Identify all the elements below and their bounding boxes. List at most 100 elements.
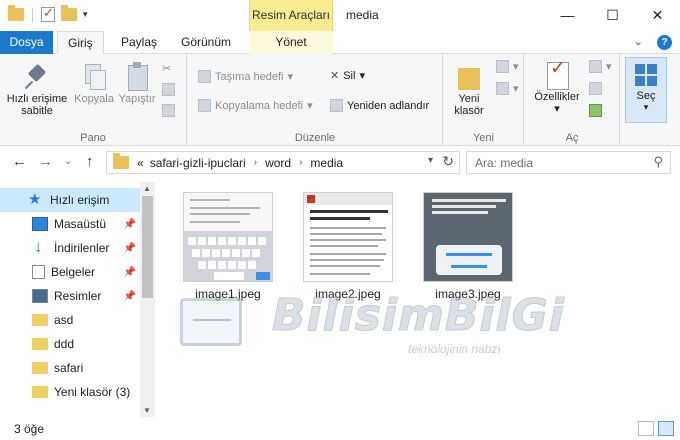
- file-item[interactable]: image3.jpeg: [413, 192, 523, 301]
- breadcrumb-overflow[interactable]: «: [137, 156, 144, 170]
- folder-icon[interactable]: [8, 5, 24, 21]
- refresh-icon[interactable]: ↻: [442, 153, 454, 170]
- folder-icon: [32, 386, 48, 398]
- expand-ribbon-icon[interactable]: ⌄: [634, 35, 643, 50]
- rename-label: Yeniden adlandır: [347, 99, 430, 112]
- large-icons-view-button[interactable]: [658, 421, 674, 436]
- documents-icon: [32, 265, 45, 279]
- paste-label: Yapıştır: [118, 93, 156, 105]
- open-button[interactable]: ▾: [589, 60, 612, 73]
- address-bar[interactable]: « safari-gizli-ipuclari › word › media ▾…: [106, 151, 460, 174]
- breadcrumb-item[interactable]: word: [265, 156, 291, 170]
- up-arrow-icon[interactable]: ↑: [86, 153, 94, 170]
- edit-button[interactable]: [589, 82, 602, 95]
- rename-button[interactable]: Yeniden adlandır: [330, 99, 429, 112]
- quick-access-toolbar: ▾: [8, 5, 88, 22]
- breadcrumb-separator-icon[interactable]: ›: [299, 157, 302, 168]
- file-name: image2.jpeg: [315, 287, 381, 301]
- paste-button[interactable]: Yapıştır: [117, 62, 157, 105]
- nav-item-folder[interactable]: asd: [0, 308, 140, 332]
- tab-share[interactable]: Paylaş: [111, 31, 167, 54]
- tab-home[interactable]: Giriş: [57, 31, 104, 55]
- tab-file[interactable]: Dosya: [0, 31, 53, 54]
- copy-icon: [83, 64, 106, 90]
- easy-access-button[interactable]: ▾: [496, 82, 519, 95]
- nav-item-documents[interactable]: Belgeler 📌: [0, 260, 140, 284]
- easy-access-icon: [496, 82, 509, 95]
- search-input[interactable]: Ara: media ⚲: [466, 151, 671, 174]
- new-item-icon: [496, 60, 509, 73]
- breadcrumb-item[interactable]: safari-gizli-ipuclari: [150, 156, 246, 170]
- search-icon: ⚲: [653, 154, 663, 169]
- new-item-button[interactable]: ▾: [496, 60, 519, 73]
- group-open-label: Aç: [565, 132, 579, 144]
- copy-to-icon: [198, 99, 211, 112]
- window-title: media: [346, 8, 379, 22]
- close-button[interactable]: ✕: [635, 0, 680, 30]
- nav-item-folder[interactable]: ddd: [0, 332, 140, 356]
- copy-path-icon: [162, 83, 175, 96]
- select-button[interactable]: Seç ▾: [625, 57, 667, 123]
- scroll-down-icon[interactable]: ▼: [143, 406, 151, 415]
- pin-icon[interactable]: 📌: [124, 267, 136, 278]
- ribbon: Hızlı erişime sabitle Kopyala Yapıştır ✂…: [0, 54, 680, 146]
- tab-manage[interactable]: Yönet: [249, 31, 333, 54]
- forward-arrow-icon[interactable]: →: [38, 153, 53, 170]
- nav-item-pictures[interactable]: Resimler 📌: [0, 284, 140, 308]
- nav-item-label: Yeni klasör (3): [54, 385, 131, 399]
- back-arrow-icon[interactable]: ←: [12, 153, 27, 170]
- nav-item-desktop[interactable]: Masaüstü 📌: [0, 212, 140, 236]
- nav-item-label: Resimler: [54, 289, 102, 303]
- file-item[interactable]: image2.jpeg: [293, 192, 403, 301]
- folder-icon: [32, 314, 48, 326]
- details-view-button[interactable]: [638, 421, 654, 436]
- desktop-icon: [32, 217, 48, 231]
- help-icon[interactable]: ?: [657, 35, 672, 50]
- star-icon: [28, 190, 44, 208]
- rename-icon: [330, 99, 343, 112]
- file-item[interactable]: image1.jpeg: [173, 192, 283, 301]
- minimize-button[interactable]: —: [545, 0, 590, 30]
- copy-path-button[interactable]: [162, 83, 175, 96]
- new-folder-button[interactable]: Yeni klasör: [448, 64, 490, 117]
- scrollbar-thumb[interactable]: [142, 196, 153, 298]
- breadcrumb-separator-icon[interactable]: ›: [254, 157, 257, 168]
- scroll-up-icon[interactable]: ▲: [143, 184, 151, 193]
- nav-scrollbar[interactable]: ▲ ▼: [140, 182, 155, 417]
- maximize-button[interactable]: ☐: [590, 0, 635, 30]
- copy-to-button[interactable]: Kopyalama hedefi ▾: [198, 99, 313, 112]
- properties-icon[interactable]: [41, 5, 55, 22]
- new-folder-label: Yeni klasör: [454, 93, 484, 117]
- breadcrumb-item[interactable]: media: [310, 156, 343, 170]
- cut-button[interactable]: ✂: [162, 62, 171, 75]
- folder-icon: [32, 338, 48, 350]
- move-to-button[interactable]: Taşıma hedefi ▾: [198, 70, 293, 83]
- group-clipboard: Hızlı erişime sabitle Kopyala Yapıştır ✂…: [0, 54, 187, 146]
- delete-button[interactable]: ✕ Sil ▾: [330, 69, 365, 83]
- pin-icon[interactable]: 📌: [124, 291, 136, 302]
- nav-item-quick-access[interactable]: Hızlı erişim: [0, 188, 140, 212]
- nav-item-folder[interactable]: safari: [0, 356, 140, 380]
- paste-shortcut-button[interactable]: [162, 104, 175, 117]
- image-thumbnail: [183, 192, 273, 282]
- address-dropdown-icon[interactable]: ▾: [428, 155, 433, 166]
- nav-item-folder[interactable]: Yeni klasör (3): [0, 380, 140, 404]
- history-button[interactable]: [589, 104, 602, 117]
- pin-icon[interactable]: 📌: [124, 219, 136, 230]
- pin-quick-access-button[interactable]: Hızlı erişime sabitle: [4, 64, 70, 117]
- properties-button[interactable]: Özellikler ▾: [531, 62, 583, 115]
- nav-item-downloads[interactable]: İndirilenler 📌: [0, 236, 140, 260]
- nav-item-label: ddd: [54, 337, 75, 351]
- recent-locations-dropdown[interactable]: ⌄: [64, 156, 72, 167]
- group-new: Yeni klasör ▾ ▾ Yeni: [444, 54, 524, 146]
- new-folder-icon[interactable]: [61, 5, 77, 21]
- tab-view[interactable]: Görünüm: [171, 31, 241, 54]
- chevron-down-icon: ▾: [606, 61, 612, 73]
- group-open: Özellikler ▾ ▾ Aç: [525, 54, 620, 146]
- copy-button[interactable]: Kopyala: [73, 64, 115, 105]
- customize-toolbar-dropdown[interactable]: ▾: [83, 9, 88, 20]
- chevron-down-icon: ▾: [287, 71, 294, 83]
- select-grid-icon: [635, 64, 657, 86]
- pin-icon[interactable]: 📌: [124, 243, 136, 254]
- navigation-bar: ← → ⌄ ↑ « safari-gizli-ipuclari › word ›…: [0, 146, 680, 179]
